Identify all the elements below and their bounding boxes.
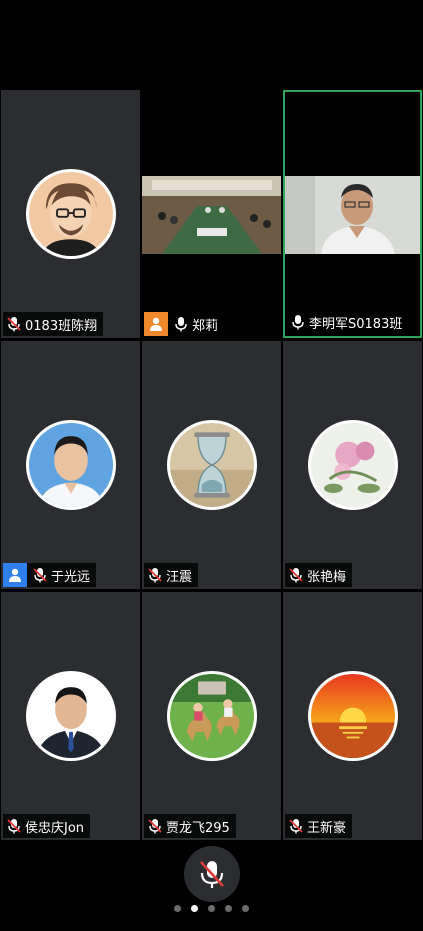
nameplate: 李明军S0183班: [287, 310, 409, 334]
participant-name: 汪震: [166, 569, 193, 585]
mic-muted-icon: [289, 819, 303, 834]
participant-name: 张艳梅: [307, 569, 347, 585]
person-icon: [144, 312, 168, 336]
participant-video-tile[interactable]: 郑莉: [142, 90, 281, 338]
nameplate: 汪震: [144, 563, 199, 587]
video-feed: [285, 176, 420, 254]
mic-muted-icon: [33, 568, 47, 583]
participant-name: 李明军S0183班: [309, 316, 403, 332]
participant-tile[interactable]: 汪震: [142, 341, 281, 589]
page-dot-active[interactable]: [191, 905, 198, 912]
man-blue-shirt-avatar: [25, 420, 116, 510]
man-suit-avatar: [25, 671, 116, 761]
page-dot[interactable]: [225, 905, 232, 912]
participant-name: 郑莉: [192, 318, 219, 334]
participant-tile[interactable]: 张艳梅: [283, 341, 422, 589]
page-dot[interactable]: [208, 905, 215, 912]
participant-name: 王新豪: [307, 820, 347, 836]
mic-muted-icon: [7, 819, 21, 834]
mic-muted-icon: [200, 861, 224, 888]
participant-tile[interactable]: 侯忠庆Jon: [1, 592, 140, 840]
mic-muted-icon: [148, 568, 162, 583]
nameplate: 于光远: [3, 563, 97, 587]
page-indicator: [0, 905, 423, 912]
mic-muted-icon: [289, 568, 303, 583]
participant-tile[interactable]: 于光远: [1, 341, 140, 589]
person-icon: [3, 563, 27, 587]
children-on-toy-deer-avatar: [166, 671, 257, 761]
participant-name: 于光远: [51, 569, 91, 585]
participant-name: 侯忠庆Jon: [25, 820, 85, 836]
participant-grid: 0183班陈翔 郑莉 李明军S0183班 于光远 汪震 张艳梅 侯忠庆Jon 贾…: [0, 90, 423, 840]
sunset-avatar: [307, 671, 398, 761]
participant-tile[interactable]: 0183班陈翔: [1, 90, 140, 338]
page-dot[interactable]: [174, 905, 181, 912]
hourglass-avatar: [166, 420, 257, 510]
nameplate: 王新豪: [285, 814, 353, 838]
nameplate: 郑莉: [144, 312, 225, 336]
mic-icon: [292, 315, 304, 330]
nameplate: 贾龙飞295: [144, 814, 236, 838]
mic-muted-icon: [148, 819, 162, 834]
flower-painting-avatar: [307, 420, 398, 510]
mute-toggle-button[interactable]: [184, 846, 240, 902]
participant-video-tile-active[interactable]: 李明军S0183班: [283, 90, 422, 338]
participant-tile[interactable]: 王新豪: [283, 592, 422, 840]
nameplate: 0183班陈翔: [3, 312, 104, 336]
nameplate: 侯忠庆Jon: [3, 814, 91, 838]
nameplate: 张艳梅: [285, 563, 353, 587]
participant-tile[interactable]: 贾龙飞295: [142, 592, 281, 840]
cartoon-man-avatar: [25, 169, 116, 259]
video-feed: [142, 176, 281, 254]
page-dot[interactable]: [242, 905, 249, 912]
participant-name: 贾龙飞295: [166, 820, 230, 836]
mic-muted-icon: [7, 317, 21, 332]
mic-icon: [175, 317, 187, 332]
participant-name: 0183班陈翔: [25, 318, 98, 334]
